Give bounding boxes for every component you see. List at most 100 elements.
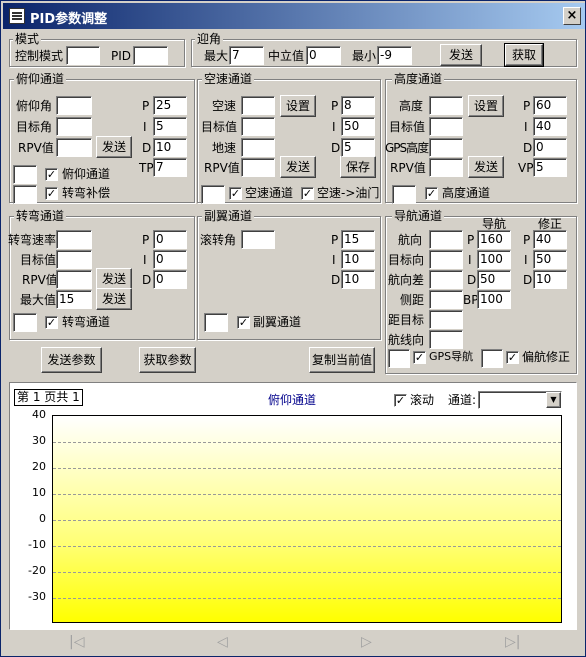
- roll-angle-label: 滚转角: [200, 233, 237, 247]
- pitch-aux-field-2[interactable]: [13, 185, 37, 204]
- send-params-button[interactable]: 发送参数: [41, 347, 102, 373]
- yaw-correct-aux-field[interactable]: [481, 349, 503, 368]
- aileron-p-label: P: [331, 233, 339, 247]
- altitude-aux-field[interactable]: [392, 185, 416, 204]
- pitch-p-field[interactable]: 25: [153, 96, 187, 115]
- pitch-rpv-field[interactable]: [56, 138, 92, 157]
- airspeed-d-label: D: [331, 141, 341, 155]
- attack-get-button[interactable]: 获取: [504, 43, 544, 67]
- altitude-vp-field[interactable]: 5: [533, 158, 567, 177]
- prev-page-button[interactable]: ◁: [217, 634, 228, 650]
- gps-nav-aux-field[interactable]: [388, 349, 410, 368]
- airspeed-rpv-field[interactable]: [241, 158, 275, 177]
- dist-target-field[interactable]: [429, 310, 463, 329]
- copy-current-button[interactable]: 复制当前值: [309, 347, 375, 373]
- pitch-tp-field[interactable]: 7: [153, 158, 187, 177]
- groundspeed-field[interactable]: [241, 138, 275, 157]
- airspeed-save-button[interactable]: 保存: [340, 156, 376, 178]
- altitude-send-button[interactable]: 发送: [468, 156, 504, 178]
- turn-aux-field[interactable]: [13, 313, 37, 332]
- pitch-i-field[interactable]: 5: [153, 117, 187, 136]
- turn-comp-checkbox[interactable]: ✓: [45, 187, 58, 200]
- airspeed-aux-field[interactable]: [201, 185, 225, 204]
- nav-d-field[interactable]: 50: [477, 270, 511, 289]
- altitude-rpv-field[interactable]: [429, 158, 463, 177]
- turn-rate-field[interactable]: [56, 230, 92, 249]
- turn-channel-label: 转弯通道: [62, 315, 111, 329]
- correct-d-field[interactable]: 10: [533, 270, 567, 289]
- altitude-target-label: 目标值: [389, 120, 426, 134]
- airspeed-i-field[interactable]: 50: [341, 117, 375, 136]
- airspeed-target-field[interactable]: [241, 117, 275, 136]
- correct-i-field[interactable]: 50: [533, 250, 567, 269]
- next-page-button[interactable]: ▷: [361, 634, 372, 650]
- airspeed-throttle-checkbox[interactable]: ✓: [301, 187, 314, 200]
- nav-p-field[interactable]: 160: [477, 230, 511, 249]
- turn-rpv-send-button[interactable]: 发送: [96, 268, 132, 290]
- airspeed-d-field[interactable]: 5: [341, 138, 375, 157]
- first-page-button[interactable]: |◁: [69, 634, 84, 650]
- turn-i-field[interactable]: 0: [153, 250, 187, 269]
- side-distance-field[interactable]: [429, 290, 463, 309]
- nav-target-field[interactable]: [429, 250, 463, 269]
- altitude-set-button[interactable]: 设置: [468, 95, 504, 117]
- attack-min-field[interactable]: -9: [377, 46, 412, 65]
- turn-p-field[interactable]: 0: [153, 230, 187, 249]
- aileron-d-field[interactable]: 10: [341, 270, 375, 289]
- pitch-target-field[interactable]: [56, 117, 92, 136]
- altitude-target-field[interactable]: [429, 117, 463, 136]
- y-tick-label: 30: [32, 434, 46, 447]
- aileron-i-field[interactable]: 10: [341, 250, 375, 269]
- get-params-button[interactable]: 获取参数: [139, 347, 196, 373]
- chart-panel: 第 1 页共 1 俯仰通道 ✓ 滚动 通道: ▼ 40 30 20 10 0 -10 -20…: [9, 382, 577, 630]
- turn-max-field[interactable]: 15: [56, 290, 92, 309]
- airspeed-channel-checkbox[interactable]: ✓: [229, 187, 242, 200]
- turn-max-send-button[interactable]: 发送: [96, 288, 132, 310]
- roll-angle-field[interactable]: [241, 230, 275, 249]
- aileron-p-field[interactable]: 15: [341, 230, 375, 249]
- correct-p-field[interactable]: 40: [533, 230, 567, 249]
- grid-line: [53, 494, 561, 495]
- airspeed-field[interactable]: [241, 96, 275, 115]
- airspeed-target-label: 目标值: [201, 120, 238, 134]
- attack-max-field[interactable]: 7: [229, 46, 264, 65]
- airspeed-p-field[interactable]: 8: [341, 96, 375, 115]
- turn-d-field[interactable]: 0: [153, 270, 187, 289]
- last-page-button[interactable]: ▷|: [505, 634, 520, 650]
- aileron-aux-field[interactable]: [204, 313, 228, 332]
- pitch-angle-field[interactable]: [56, 96, 92, 115]
- airspeed-i-label: I: [332, 120, 336, 134]
- altitude-i-field[interactable]: 40: [533, 117, 567, 136]
- route-heading-field[interactable]: [429, 330, 463, 349]
- control-mode-field[interactable]: [66, 46, 100, 65]
- turn-target-field[interactable]: [56, 250, 92, 269]
- nav-bp-field[interactable]: 100: [477, 290, 511, 309]
- turn-rpv-field[interactable]: [56, 270, 92, 289]
- turn-channel-checkbox[interactable]: ✓: [45, 316, 58, 329]
- altitude-field[interactable]: [429, 96, 463, 115]
- pitch-aux-field-1[interactable]: [13, 165, 37, 184]
- altitude-p-field[interactable]: 60: [533, 96, 567, 115]
- heading-field[interactable]: [429, 230, 463, 249]
- close-button[interactable]: ×: [563, 7, 581, 25]
- altitude-d-field[interactable]: 0: [533, 138, 567, 157]
- airspeed-send-button[interactable]: 发送: [280, 156, 316, 178]
- pitch-group-title: 俯仰通道: [14, 72, 67, 86]
- pitch-channel-checkbox[interactable]: ✓: [45, 168, 58, 181]
- pid-field[interactable]: [133, 46, 168, 65]
- scroll-checkbox[interactable]: ✓: [394, 394, 407, 407]
- yaw-correct-checkbox[interactable]: ✓: [506, 351, 519, 364]
- gps-nav-checkbox[interactable]: ✓: [413, 351, 426, 364]
- altitude-channel-checkbox[interactable]: ✓: [425, 187, 438, 200]
- attack-send-button[interactable]: 发送: [440, 44, 482, 66]
- pitch-send-button[interactable]: 发送: [96, 136, 132, 158]
- grid-line: [53, 468, 561, 469]
- pitch-d-field[interactable]: 10: [153, 138, 187, 157]
- chevron-down-icon[interactable]: ▼: [546, 392, 561, 408]
- gps-altitude-field[interactable]: [429, 138, 463, 157]
- airspeed-set-button[interactable]: 设置: [280, 95, 316, 117]
- attack-mid-field[interactable]: 0: [306, 46, 341, 65]
- heading-diff-field[interactable]: [429, 270, 463, 289]
- nav-i-field[interactable]: 100: [477, 250, 511, 269]
- aileron-channel-checkbox[interactable]: ✓: [237, 316, 250, 329]
